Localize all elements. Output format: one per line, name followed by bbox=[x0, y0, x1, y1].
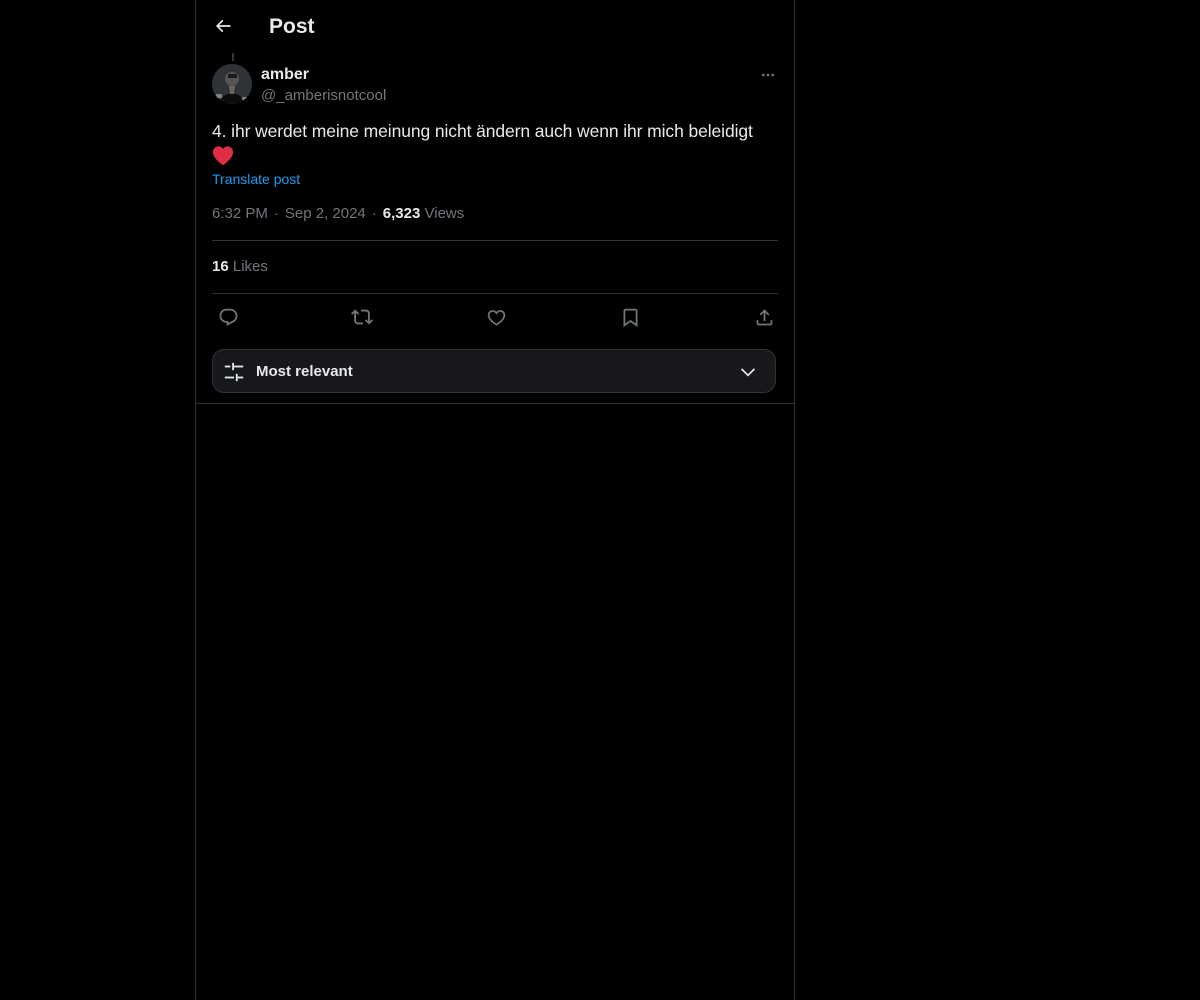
post-time[interactable]: 6:32 PM bbox=[212, 205, 268, 222]
post-body: 4. ihr werdet meine meinung nicht ändern… bbox=[212, 121, 753, 141]
reply-button[interactable] bbox=[216, 305, 240, 329]
translate-post-link[interactable]: Translate post bbox=[212, 170, 300, 188]
share-icon bbox=[754, 307, 775, 328]
likes-link[interactable]: 16 Likes bbox=[212, 257, 268, 277]
bookmark-button[interactable] bbox=[618, 305, 642, 329]
page-title: Post bbox=[269, 15, 315, 38]
chevron-down-icon bbox=[737, 362, 759, 382]
divider bbox=[196, 403, 794, 404]
post-text: 4. ihr werdet meine meinung nicht ändern… bbox=[212, 119, 782, 166]
sort-label: Most relevant bbox=[256, 363, 353, 380]
meta-separator: · bbox=[273, 205, 279, 222]
divider bbox=[212, 240, 778, 241]
meta-separator: · bbox=[371, 205, 377, 222]
avatar[interactable] bbox=[212, 64, 252, 104]
arrow-left-icon bbox=[213, 16, 233, 36]
author-name[interactable]: amber bbox=[261, 65, 309, 85]
post-meta: 6:32 PM · Sep 2, 2024 · 6,323 Views bbox=[212, 204, 464, 224]
heart-icon bbox=[486, 307, 507, 328]
post-date[interactable]: Sep 2, 2024 bbox=[285, 205, 366, 222]
views-label: Views bbox=[424, 205, 465, 222]
repost-icon bbox=[351, 306, 373, 328]
main-column: Post amber @_amberisnotcool 4. ihr werde… bbox=[195, 0, 795, 1000]
likes-count: 16 bbox=[212, 258, 229, 275]
views-count: 6,323 bbox=[382, 205, 421, 222]
red-heart-emoji bbox=[212, 145, 782, 166]
likes-label: Likes bbox=[232, 258, 268, 275]
more-options-button[interactable] bbox=[756, 64, 780, 86]
share-button[interactable] bbox=[752, 305, 776, 329]
thread-connector-line bbox=[232, 53, 234, 61]
page-header: Post bbox=[196, 0, 794, 53]
divider bbox=[212, 293, 778, 294]
reply-sort-dropdown[interactable]: Most relevant bbox=[212, 349, 776, 393]
repost-button[interactable] bbox=[350, 305, 374, 329]
sliders-icon bbox=[223, 361, 245, 383]
back-button[interactable] bbox=[210, 13, 236, 39]
reply-icon bbox=[218, 307, 239, 328]
bookmark-icon bbox=[620, 307, 641, 328]
more-dots-icon bbox=[760, 67, 776, 83]
author-handle[interactable]: @_amberisnotcool bbox=[261, 86, 386, 106]
like-button[interactable] bbox=[484, 305, 508, 329]
